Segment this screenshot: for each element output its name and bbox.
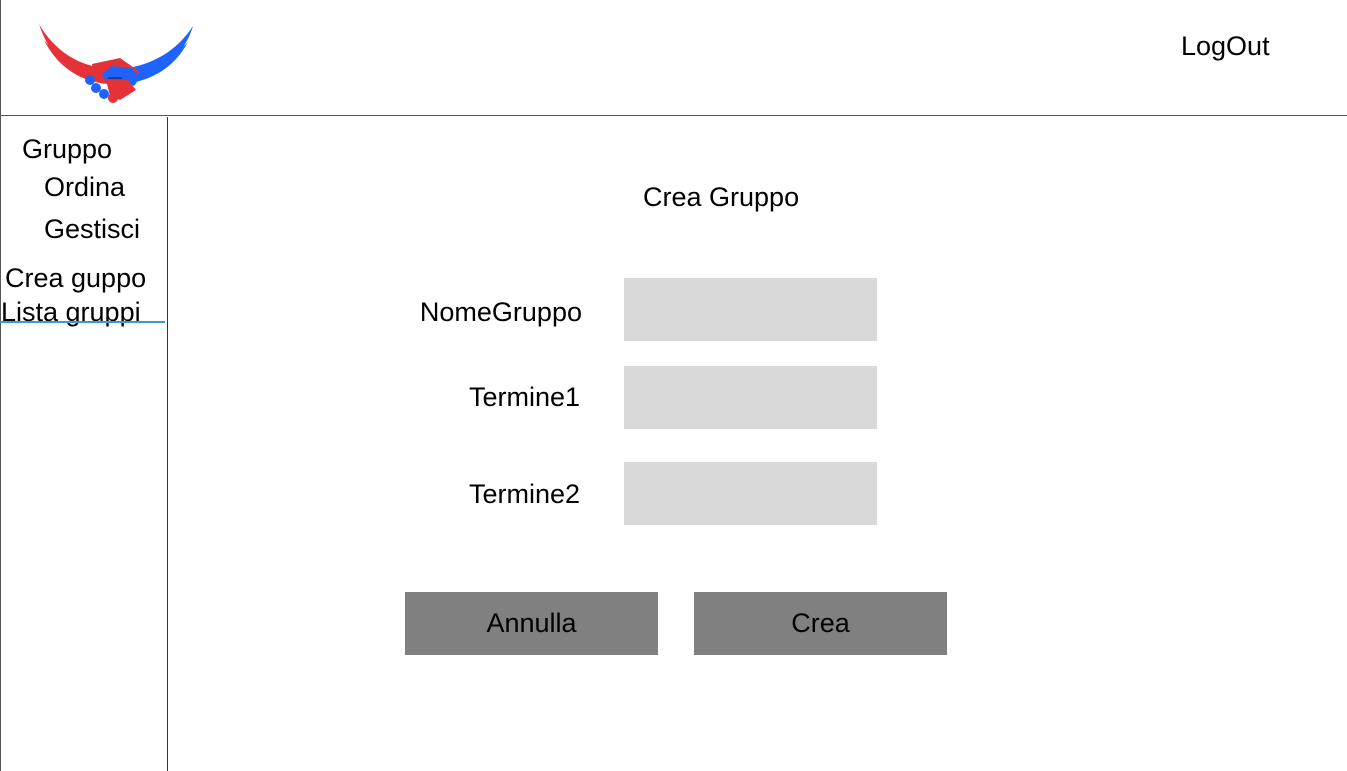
sidebar-item-crea-gruppo[interactable]: Crea guppo — [5, 262, 146, 294]
termine2-field[interactable] — [624, 462, 877, 525]
page-title: Crea Gruppo — [643, 182, 800, 212]
termine2-label: Termine2 — [468, 479, 580, 509]
create-button[interactable]: Crea — [694, 592, 947, 655]
nome-gruppo-label: NomeGruppo — [419, 297, 582, 327]
termine1-label: Termine1 — [468, 382, 580, 412]
logout-link[interactable]: LogOut — [1181, 30, 1270, 62]
nome-gruppo-field[interactable] — [624, 278, 877, 341]
sidebar: Gruppo Ordina Gestisci Crea guppo Lista … — [0, 117, 168, 771]
sidebar-item-ordina[interactable]: Ordina — [44, 171, 125, 203]
top-header: LogOut — [0, 0, 1347, 116]
cancel-button[interactable]: Annulla — [405, 592, 658, 655]
termine1-field[interactable] — [624, 366, 877, 429]
sidebar-item-lista-gruppi[interactable]: Lista gruppi — [1, 296, 141, 328]
active-item-underline — [0, 321, 165, 323]
sidebar-section-gruppo: Gruppo — [22, 134, 113, 164]
handshake-logo-icon — [36, 20, 196, 104]
sidebar-item-gestisci[interactable]: Gestisci — [44, 213, 140, 245]
